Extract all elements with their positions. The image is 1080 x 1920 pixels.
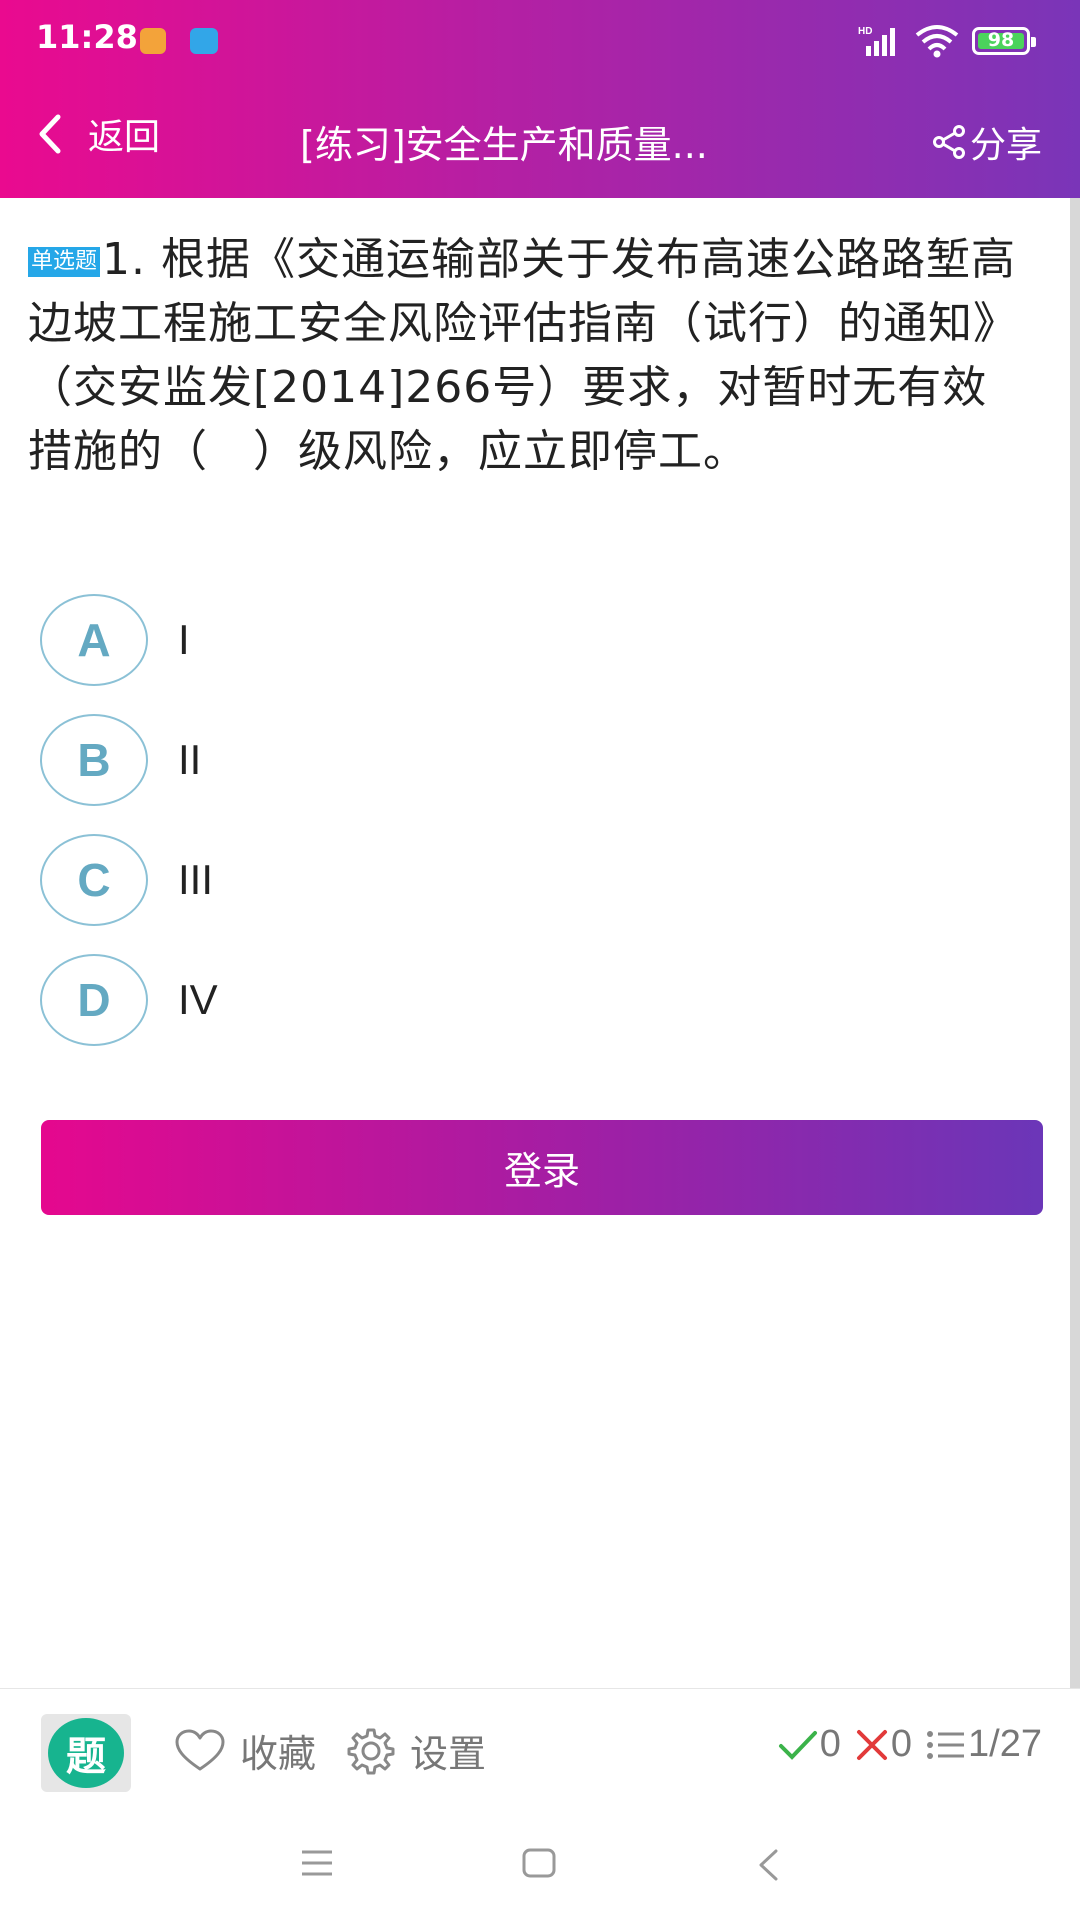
back-label: 返回 [88,117,161,158]
navigation-bar: 返回 [练习]安全生产和质量... 分享 [0,90,1080,186]
scrollbar[interactable] [1070,198,1080,1733]
favorite-label: 收藏 [240,1732,317,1776]
option-b-letter: B [40,714,148,806]
check-icon [778,1730,817,1760]
option-b-text: II [178,736,202,783]
wrong-count: 0 [890,1723,913,1765]
menu-icon[interactable] [300,1848,334,1878]
option-a-text: I [178,616,190,663]
progress-group[interactable]: 1/27 [926,1723,1042,1766]
option-d-text: IV [178,976,218,1023]
option-c-text: III [178,856,214,903]
back-button[interactable]: 返回 [34,108,160,160]
question-text: 1. 根据《交通运输部关于发布高速公路路堑高边坡工程施工安全风险评估指南（试行）… [28,234,1018,477]
correct-count: 0 [819,1723,841,1765]
list-icon [927,1730,965,1759]
signal-icon: HD [858,26,895,56]
bottom-toolbar: 题 收藏 设置 0 0 1/27 [0,1688,1080,1809]
option-d[interactable]: D IV [40,940,1040,1060]
option-c[interactable]: C III [40,820,1040,940]
wrong-count-group[interactable]: 0 [855,1723,912,1766]
wifi-icon [915,25,959,58]
option-b[interactable]: B II [40,700,1040,820]
svg-text:HD: HD [858,26,872,37]
battery-icon: 98 [972,27,1036,55]
question-block: 单选题 1. 根据《交通运输部关于发布高速公路路堑高边坡工程施工安全风险评估指南（… [28,228,1028,484]
share-button[interactable]: 分享 [932,116,1042,168]
options-list: A I B II C III D IV [40,580,1040,1060]
system-navigation-bar [0,1810,1080,1920]
page-title: [练习]安全生产和质量... [300,123,708,167]
login-button[interactable]: 登录 [41,1120,1043,1215]
question-type-badge: 单选题 [28,247,101,277]
status-time: 11:28 [36,18,138,56]
gear-icon [347,1728,395,1774]
app-header: 11:28 HD 98 返回 [练习]安全生产和质量... 分享 [0,0,1080,198]
battery-level: 98 [987,29,1015,51]
share-icon [932,125,965,159]
home-icon[interactable] [522,1848,556,1878]
heart-icon [175,1729,225,1770]
answer-stats: 0 0 1/27 [764,1723,1042,1766]
option-d-letter: D [40,954,148,1046]
settings-label: 设置 [410,1732,487,1776]
chevron-left-icon [39,114,61,154]
settings-button[interactable]: 设置 [346,1723,486,1778]
option-a[interactable]: A I [40,580,1040,700]
back-nav-icon[interactable] [756,1848,780,1882]
option-a-letter: A [40,594,148,686]
app-logo-icon: 题 [48,1718,124,1788]
favorite-button[interactable]: 收藏 [174,1723,316,1778]
app-logo[interactable]: 题 [41,1714,131,1792]
progress-counter: 1/27 [968,1723,1042,1765]
notification-app-icon [140,28,166,54]
correct-count-group[interactable]: 0 [778,1723,841,1766]
status-bar: 11:28 HD 98 [0,0,1080,80]
option-c-letter: C [40,834,148,926]
notification-folder-icon [190,28,218,54]
cross-icon [856,1729,887,1760]
share-label: 分享 [969,125,1042,166]
